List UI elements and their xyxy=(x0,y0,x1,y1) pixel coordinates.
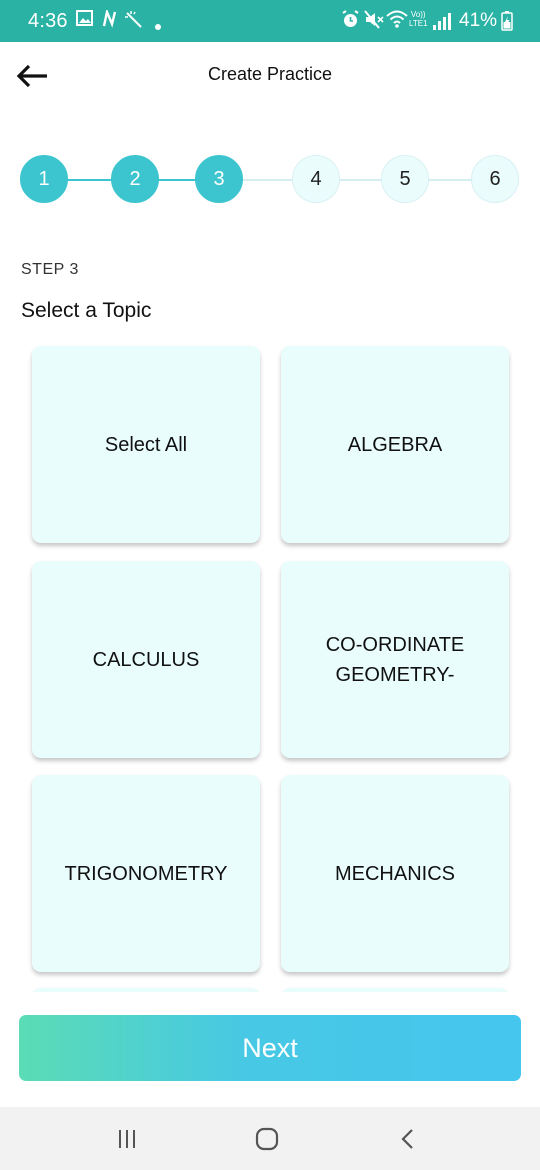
progress-stepper: 1 2 3 4 5 6 xyxy=(20,155,520,205)
status-time: 4:36 xyxy=(28,10,68,32)
topic-card-algebra[interactable]: ALGEBRA xyxy=(281,346,509,543)
dot-icon xyxy=(155,15,161,35)
topic-card-select-all[interactable]: Select All xyxy=(32,346,260,543)
gallery-icon xyxy=(76,10,93,31)
step-label: STEP 3 xyxy=(21,261,79,278)
recent-apps-button[interactable] xyxy=(107,1123,147,1155)
screen: 4:36 Vo)) LTE1 41% Create Practice 1 2 3… xyxy=(0,0,540,1170)
status-bar: 4:36 Vo)) LTE1 41% xyxy=(0,0,540,42)
step-5: 5 xyxy=(381,155,429,203)
mute-icon xyxy=(364,10,384,34)
step-1: 1 xyxy=(20,155,68,203)
recent-apps-icon xyxy=(119,1130,135,1148)
topic-card-mechanics[interactable]: MECHANICS xyxy=(281,775,509,972)
section-title: Select a Topic xyxy=(21,299,152,322)
back-icon xyxy=(401,1129,413,1149)
stepper-line-remaining xyxy=(220,179,490,181)
home-button[interactable] xyxy=(247,1123,287,1155)
network-type-label: Vo)) LTE1 xyxy=(409,10,428,28)
system-nav-bar xyxy=(0,1107,540,1170)
wifi-icon xyxy=(386,10,408,33)
battery-percent: 41% xyxy=(459,10,498,31)
topic-card-partial[interactable] xyxy=(281,988,509,992)
step-6: 6 xyxy=(471,155,519,203)
step-3: 3 xyxy=(195,155,243,203)
home-icon xyxy=(255,1127,279,1151)
battery-icon xyxy=(501,11,513,36)
signal-icon xyxy=(433,12,453,30)
page-title: Create Practice xyxy=(207,64,333,84)
next-button[interactable]: Next xyxy=(19,1015,521,1081)
magic-wand-icon xyxy=(124,10,144,35)
alarm-icon xyxy=(341,10,360,34)
n-notification-icon xyxy=(101,7,119,33)
topic-card-trigonometry[interactable]: TRIGONOMETRY xyxy=(32,775,260,972)
step-4: 4 xyxy=(292,155,340,203)
app-header: Create Practice xyxy=(0,42,540,112)
topic-card-coordinate-geometry[interactable]: CO-ORDINATE GEOMETRY- xyxy=(281,561,509,758)
system-back-button[interactable] xyxy=(388,1123,428,1155)
topic-grid[interactable]: Select All ALGEBRA CALCULUS CO-ORDINATE … xyxy=(0,340,540,992)
step-2: 2 xyxy=(111,155,159,203)
topic-card-partial[interactable] xyxy=(32,988,260,992)
topic-card-calculus[interactable]: CALCULUS xyxy=(32,561,260,758)
